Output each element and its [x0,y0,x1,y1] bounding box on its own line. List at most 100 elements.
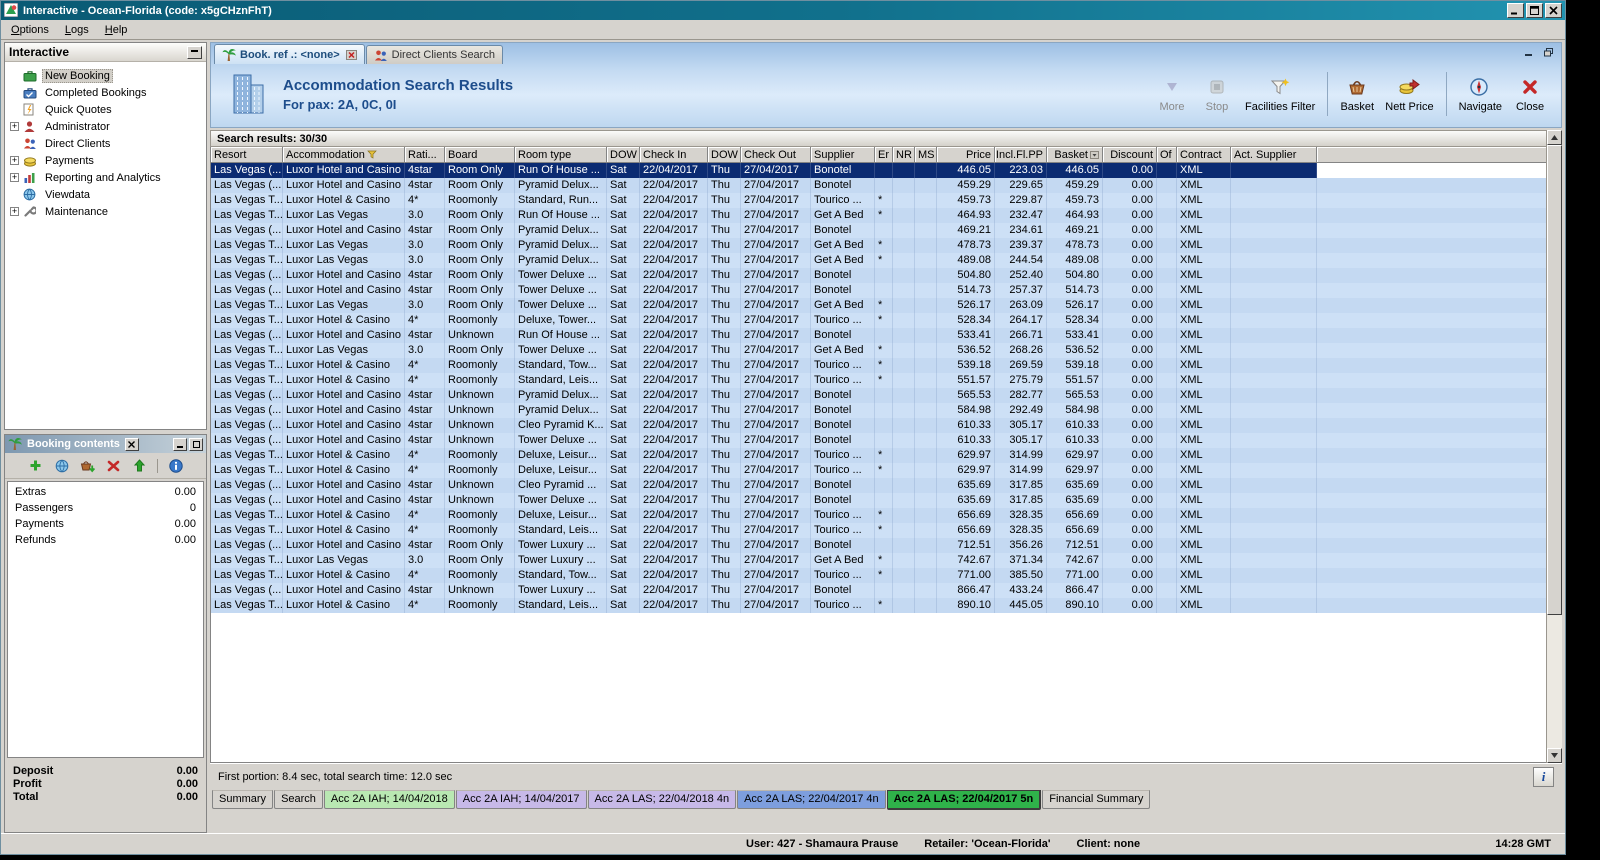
more-button[interactable]: More [1151,74,1193,115]
nett-price-button[interactable]: Nett Price [1381,74,1437,115]
sidebar-item-new-booking[interactable]: New Booking [5,67,206,84]
sidebar-item-administrator[interactable]: + Administrator [5,118,206,135]
expand-icon[interactable]: + [10,173,19,182]
sidebar-item-direct-clients[interactable]: Direct Clients [5,135,206,152]
column-header-board[interactable]: Board [445,147,515,163]
sidebar-item-quick-quotes[interactable]: Quick Quotes [5,101,206,118]
result-row[interactable]: Las Vegas T... Luxor Las Vegas 3.0 Room Onl… [211,553,1561,568]
delete-button[interactable] [105,457,122,474]
bottom-tab-financial-summary[interactable]: Financial Summary [1042,790,1151,809]
bottom-tab-acc-2a-las-22-04-2018-4n[interactable]: Acc 2A LAS; 22/04/2018 4n [587,790,737,809]
stop-button[interactable]: Stop [1196,74,1238,115]
result-row[interactable]: Las Vegas T... Luxor Hotel & Casino 4* Room… [211,373,1561,388]
result-row[interactable]: Las Vegas T... Luxor Hotel & Casino 4* Room… [211,568,1561,583]
tab-close-icon[interactable] [345,49,357,60]
booking-contents-row[interactable]: Passengers 0 [8,500,203,516]
panel-collapse-button[interactable] [187,45,202,59]
column-header-ms[interactable]: MS [915,147,937,163]
booking-contents-row[interactable]: Payments 0.00 [8,516,203,532]
tab-book-ref-none[interactable]: Book. ref .: <none> [214,44,365,64]
column-header-er[interactable]: Er [875,147,893,163]
bottom-tab-summary[interactable]: Summary [212,790,274,809]
result-row[interactable]: Las Vegas T... Luxor Hotel & Casino 4* Room… [211,448,1561,463]
column-header-of[interactable]: Of [1157,147,1177,163]
result-row[interactable]: Las Vegas (... Luxor Hotel and Casino 4sta… [211,433,1561,448]
result-row[interactable]: Las Vegas (... Luxor Hotel and Casino 4sta… [211,493,1561,508]
result-row[interactable]: Las Vegas (... Luxor Hotel and Casino 4sta… [211,403,1561,418]
menu-options[interactable]: Options [3,21,57,39]
column-header-nr[interactable]: NR [893,147,915,163]
expand-icon[interactable]: + [10,122,19,131]
result-row[interactable]: Las Vegas (... Luxor Hotel and Casino 4sta… [211,283,1561,298]
booking-contents-row[interactable]: Refunds 0.00 [8,532,203,548]
scrollbar-track[interactable] [1547,145,1562,748]
bottom-tab-search[interactable]: Search [274,790,323,809]
booking-contents-row[interactable]: Extras 0.00 [8,484,203,500]
title-bar[interactable]: Interactive - Ocean-Florida (code: x5gCH… [1,1,1565,20]
result-row[interactable]: Las Vegas T... Luxor Hotel & Casino 4* Room… [211,463,1561,478]
tabgroup-minimize-button[interactable] [1522,46,1537,59]
column-header-dow[interactable]: DOW [708,147,741,163]
close-button[interactable] [1545,3,1562,18]
scroll-down-icon[interactable] [1547,748,1562,763]
result-row[interactable]: Las Vegas T... Luxor Hotel & Casino 4* Room… [211,313,1561,328]
menu-help[interactable]: Help [97,21,136,39]
close-button[interactable]: Close [1509,74,1551,115]
info-button[interactable]: i [1533,766,1554,787]
column-header-check-out[interactable]: Check Out [741,147,811,163]
maximize-button[interactable] [1526,3,1543,18]
bottom-tab-acc-2a-iah-14-04-2017[interactable]: Acc 2A IAH; 14/04/2017 [455,790,587,809]
basket-button[interactable]: Basket [1336,74,1378,115]
column-header-accommodation[interactable]: Accommodation [283,147,405,163]
result-row[interactable]: Las Vegas T... Luxor Las Vegas 3.0 Room Onl… [211,208,1561,223]
column-header-price[interactable]: Price [937,147,995,163]
result-row[interactable]: Las Vegas T... Luxor Hotel & Casino 4* Room… [211,598,1561,613]
tabgroup-restore-button[interactable] [1541,46,1556,59]
panel-maximize-button[interactable] [189,437,203,451]
result-row[interactable]: Las Vegas T... Luxor Hotel & Casino 4* Room… [211,358,1561,373]
vertical-scrollbar[interactable] [1546,130,1562,763]
result-row[interactable]: Las Vegas (... Luxor Hotel and Casino 4sta… [211,268,1561,283]
column-header-rati[interactable]: Rati... [405,147,445,163]
bottom-tab-acc-2a-las-22-04-2017-5n[interactable]: Acc 2A LAS; 22/04/2017 5n [886,790,1042,810]
result-row[interactable]: Las Vegas (... Luxor Hotel and Casino 4sta… [211,328,1561,343]
sidebar-item-viewdata[interactable]: Viewdata [5,186,206,203]
sidebar-item-completed-bookings[interactable]: Completed Bookings [5,84,206,101]
result-row[interactable]: Las Vegas T... Luxor Hotel & Casino 4* Room… [211,193,1561,208]
scrollbar-thumb[interactable] [1547,145,1562,616]
info-button[interactable] [167,457,184,474]
bottom-tab-acc-2a-las-22-04-2017-4n[interactable]: Acc 2A LAS; 22/04/2017 4n [737,790,886,809]
panel-close-button[interactable] [124,437,139,451]
minimize-button[interactable] [1507,3,1524,18]
globe-button[interactable] [53,457,70,474]
result-row[interactable]: Las Vegas (... Luxor Hotel and Casino 4sta… [211,418,1561,433]
result-row[interactable]: Las Vegas T... Luxor Las Vegas 3.0 Room Onl… [211,298,1561,313]
result-row[interactable]: Las Vegas T... Luxor Las Vegas 3.0 Room Onl… [211,343,1561,358]
result-row[interactable]: Las Vegas (... Luxor Hotel and Casino 4sta… [211,478,1561,493]
column-header-basket[interactable]: Basket [1047,147,1103,163]
sidebar-item-payments[interactable]: + Payments [5,152,206,169]
sidebar-item-maintenance[interactable]: + Maintenance [5,203,206,220]
result-row[interactable]: Las Vegas T... Luxor Las Vegas 3.0 Room Onl… [211,238,1561,253]
upload-button[interactable] [131,457,148,474]
column-header-incl-fl-pp[interactable]: Incl.Fl.PP [995,147,1047,163]
result-row[interactable]: Las Vegas (... Luxor Hotel and Casino 4sta… [211,538,1561,553]
result-row[interactable]: Las Vegas T... Luxor Hotel & Casino 4* Room… [211,508,1561,523]
expand-icon[interactable]: + [10,207,19,216]
navigate-button[interactable]: Navigate [1455,74,1506,115]
result-row[interactable]: Las Vegas (... Luxor Hotel and Casino 4sta… [211,178,1561,193]
column-header-act-supplier[interactable]: Act. Supplier [1231,147,1317,163]
bottom-tab-acc-2a-iah-14-04-2018[interactable]: Acc 2A IAH; 14/04/2018 [323,790,455,809]
panel-minimize-button[interactable] [173,437,187,451]
result-row[interactable]: Las Vegas (... Luxor Hotel and Casino 4sta… [211,583,1561,598]
column-header-resort[interactable]: Resort [211,147,283,163]
basket-remove-button[interactable] [79,457,96,474]
column-header-check-in[interactable]: Check In [640,147,708,163]
sidebar-item-reporting-and-analytics[interactable]: + Reporting and Analytics [5,169,206,186]
result-row[interactable]: Las Vegas T... Luxor Hotel & Casino 4* Room… [211,523,1561,538]
scroll-up-icon[interactable] [1547,130,1562,145]
tab-direct-clients-search[interactable]: Direct Clients Search [365,45,503,64]
result-row[interactable]: Las Vegas (... Luxor Hotel and Casino 4sta… [211,163,1561,178]
expand-icon[interactable]: + [10,156,19,165]
result-row[interactable]: Las Vegas (... Luxor Hotel and Casino 4sta… [211,388,1561,403]
